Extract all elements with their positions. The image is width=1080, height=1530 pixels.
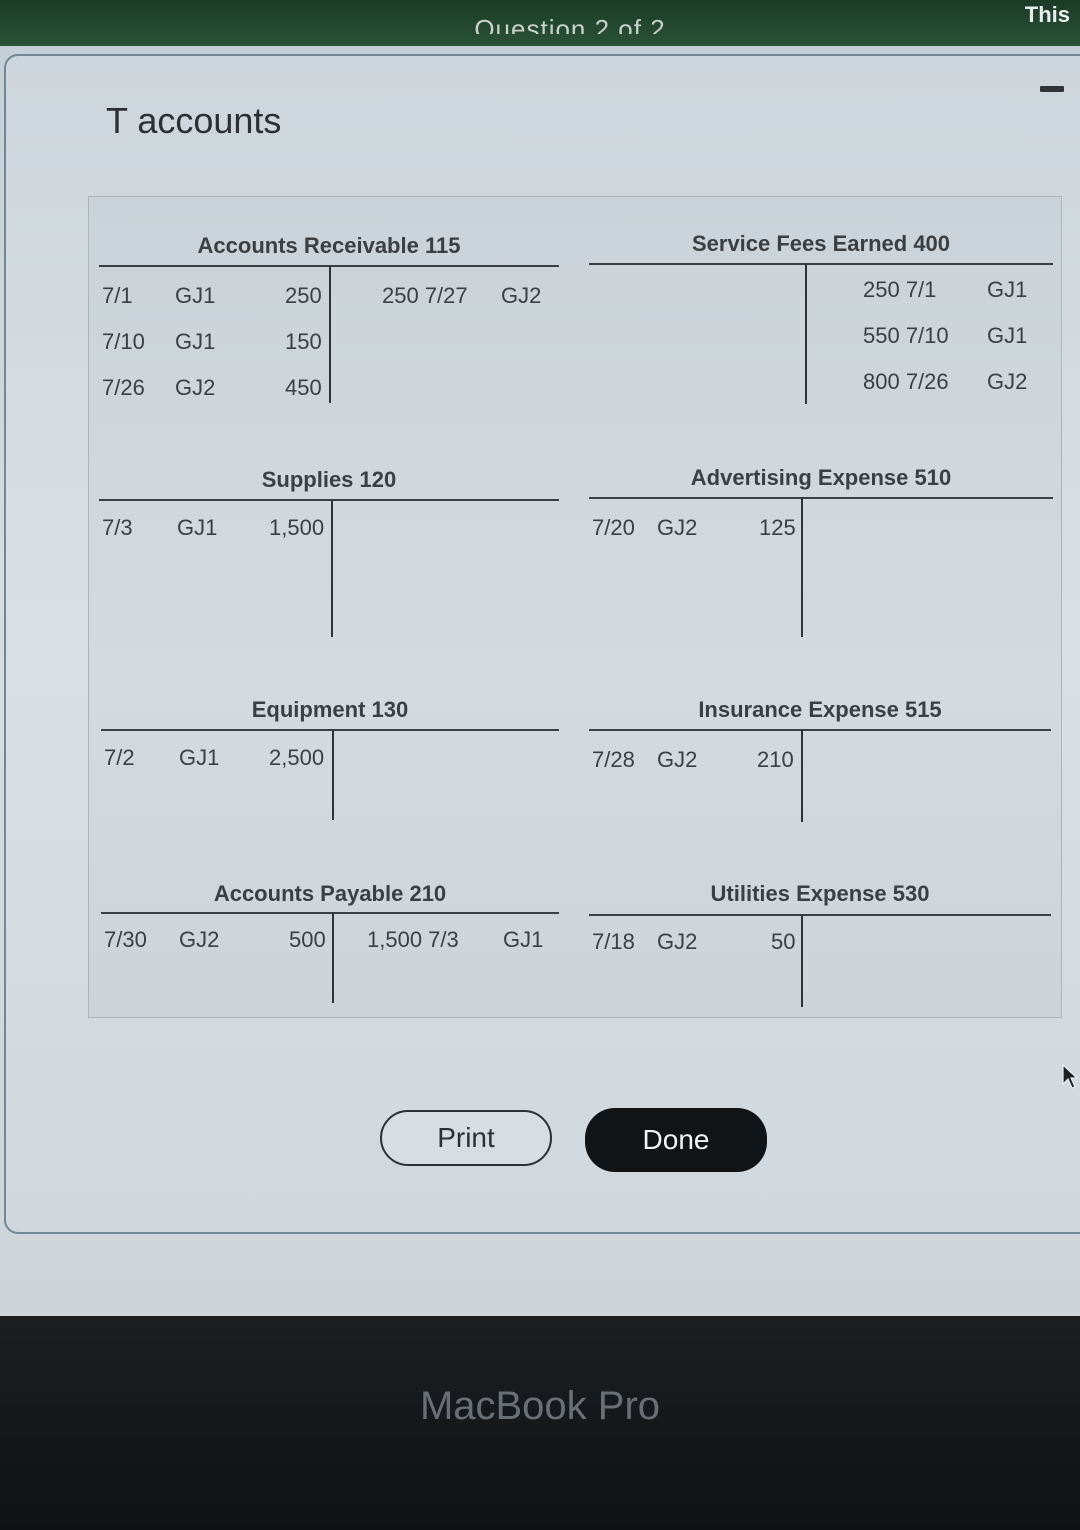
debit-ref: GJ2 (657, 929, 698, 954)
account-title: Insurance Expense 515 (698, 697, 942, 722)
debit-date: 7/28 (592, 747, 635, 772)
corner-text: This (1024, 2, 1070, 27)
t-horizontal-line (589, 263, 1053, 265)
debit-date: 7/2 (104, 745, 135, 770)
t-vertical-line (805, 264, 807, 404)
debit-date: 7/20 (592, 515, 635, 540)
t-account-accounts-payable: Accounts Payable 210 7/30 GJ2 500 1,500 … (101, 881, 559, 1011)
account-title: Accounts Receivable 115 (197, 233, 461, 258)
debit-amount: 210 (757, 747, 794, 772)
top-bar: Question 2 of 2 This (0, 0, 1080, 46)
question-indicator: Question 2 of 2 (474, 14, 666, 34)
credit-amount-date: 800 7/26 (863, 369, 949, 394)
t-account-utilities-expense: Utilities Expense 530 7/18 GJ2 50 (589, 881, 1051, 1011)
t-account-equipment: Equipment 130 7/2 GJ1 2,500 (101, 697, 559, 827)
account-title: Utilities Expense 530 (710, 881, 930, 906)
done-button[interactable]: Done (585, 1108, 767, 1172)
t-account-insurance-expense: Insurance Expense 515 7/28 GJ2 210 (589, 697, 1051, 827)
print-button[interactable]: Print (380, 1110, 552, 1166)
t-vertical-line (329, 266, 331, 403)
t-account-accounts-receivable: Accounts Receivable 115 7/1 GJ1 250 7/10… (99, 233, 559, 413)
debit-amount: 250 (285, 283, 322, 308)
credit-ref: GJ1 (503, 927, 544, 952)
account-title: Service Fees Earned 400 (691, 231, 951, 256)
dialog-title: T accounts (106, 100, 282, 141)
credit-amount-date: 550 7/10 (863, 323, 949, 348)
debit-amount: 450 (285, 375, 322, 400)
debit-amount: 500 (289, 927, 326, 952)
credit-amount-date: 250 7/1 (863, 277, 937, 302)
credit-amount-date: 1,500 7/3 (367, 927, 459, 952)
t-accounts-panel: Accounts Receivable 115 7/1 GJ1 250 7/10… (88, 196, 1062, 1018)
t-vertical-line (801, 498, 803, 637)
debit-amount: 2,500 (269, 745, 325, 770)
t-vertical-line (332, 730, 334, 820)
t-vertical-line (331, 500, 333, 637)
credit-amount-date: 250 7/27 (382, 283, 468, 308)
credit-ref: GJ1 (987, 277, 1028, 302)
t-vertical-line (801, 915, 803, 1007)
debit-amount: 125 (759, 515, 796, 540)
debit-ref: GJ2 (179, 927, 220, 952)
t-horizontal-line (589, 497, 1053, 499)
account-title: Accounts Payable 210 (213, 881, 447, 906)
debit-amount: 1,500 (269, 515, 325, 540)
credit-ref: GJ1 (987, 323, 1028, 348)
debit-date: 7/30 (104, 927, 147, 952)
t-horizontal-line (101, 912, 559, 914)
debit-ref: GJ2 (175, 375, 216, 400)
minus-icon[interactable] (1040, 86, 1064, 92)
debit-ref: GJ1 (179, 745, 220, 770)
t-horizontal-line (99, 499, 559, 501)
t-horizontal-line (101, 729, 559, 731)
t-account-service-fees-earned: Service Fees Earned 400 250 7/1 GJ1 550 … (589, 231, 1053, 411)
t-account-supplies: Supplies 120 7/3 GJ1 1,500 (99, 467, 559, 647)
t-vertical-line (801, 730, 803, 822)
debit-date: 7/3 (102, 515, 133, 540)
debit-amount: 150 (285, 329, 322, 354)
laptop-brand-label: MacBook Pro (419, 1384, 661, 1428)
account-title: Advertising Expense 510 (690, 465, 952, 490)
mouse-cursor-icon (1062, 1064, 1078, 1089)
account-title: Equipment 130 (251, 697, 409, 722)
t-vertical-line (332, 913, 334, 1003)
debit-ref: GJ2 (657, 515, 698, 540)
t-horizontal-line (589, 914, 1051, 916)
debit-date: 7/26 (102, 375, 145, 400)
debit-ref: GJ1 (177, 515, 218, 540)
credit-ref: GJ2 (987, 369, 1028, 394)
debit-date: 7/18 (592, 929, 635, 954)
debit-amount: 50 (771, 929, 796, 954)
debit-ref: GJ1 (175, 329, 216, 354)
debit-ref: GJ2 (657, 747, 698, 772)
debit-ref: GJ1 (175, 283, 216, 308)
account-title: Supplies 120 (261, 467, 397, 492)
debit-date: 7/10 (102, 329, 145, 354)
debit-date: 7/1 (102, 283, 133, 308)
credit-ref: GJ2 (501, 283, 542, 308)
t-account-advertising-expense: Advertising Expense 510 7/20 GJ2 125 (589, 465, 1053, 645)
t-horizontal-line (589, 729, 1051, 731)
